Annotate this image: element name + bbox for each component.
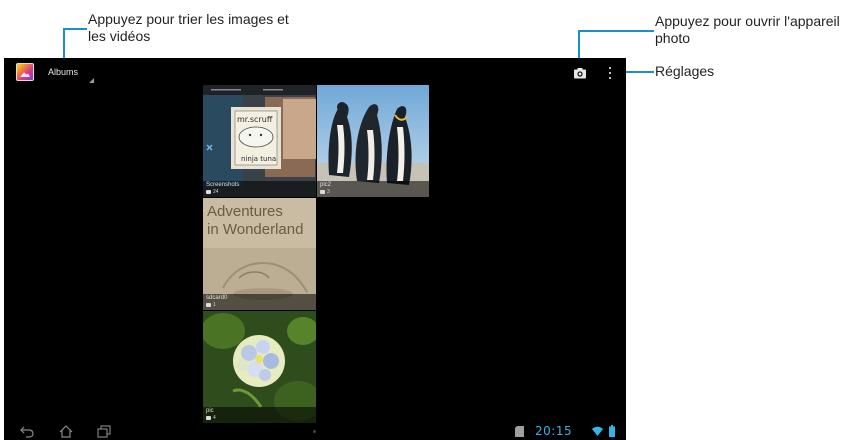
album-count: 4	[213, 415, 216, 421]
svg-text:ninja tuna: ninja tuna	[241, 155, 276, 163]
action-bar: Albums	[4, 58, 626, 86]
folder-icon	[206, 416, 211, 420]
album-name: pic	[206, 408, 214, 414]
clock: 20:15	[535, 424, 573, 438]
gallery-screen: Albums mr.scruff ninja tuna Screenshots …	[4, 58, 626, 440]
album-tile-sdcard0[interactable]: Adventures in Wonderland sdcard0 1	[203, 198, 316, 310]
battery-icon	[609, 425, 615, 437]
recent-apps-icon[interactable]	[97, 425, 111, 438]
album-name: pic2	[320, 182, 332, 188]
leader-line-camera-h	[578, 30, 654, 32]
camera-icon[interactable]	[573, 66, 587, 80]
svg-text:mr.scruff: mr.scruff	[237, 115, 273, 124]
callout-sort-line1: Appuyez pour trier les images et	[88, 11, 289, 27]
svg-text:in Wonderland: in Wonderland	[207, 221, 303, 238]
system-bar: 20:15	[4, 422, 626, 440]
album-caption: sdcard0 1	[203, 294, 316, 310]
album-count-row: 3	[320, 189, 330, 195]
gallery-icon[interactable]	[16, 63, 34, 81]
overflow-menu-icon[interactable]	[608, 66, 612, 80]
page-indicator	[313, 430, 316, 433]
svg-text:Adventures: Adventures	[207, 203, 283, 220]
sd-card-icon	[515, 426, 524, 437]
album-count-row: 4	[206, 415, 216, 421]
leader-line-sort-h	[63, 28, 87, 30]
callout-camera: Appuyez pour ouvrir l'appareil photo	[655, 13, 867, 47]
album-caption: pic 4	[203, 407, 316, 423]
album-tile-pic[interactable]: pic 4	[203, 311, 316, 423]
callout-sort-albums: Appuyez pour trier les images et les vid…	[88, 11, 338, 45]
folder-icon	[206, 303, 211, 307]
album-caption: pic2 3	[317, 181, 429, 197]
callout-sort-line2: les vidéos	[88, 28, 151, 44]
album-name: Screenshots	[206, 182, 240, 188]
album-count: 24	[213, 189, 219, 195]
album-name: sdcard0	[206, 295, 228, 301]
spinner-indicator-icon	[89, 78, 94, 83]
home-icon[interactable]	[59, 425, 73, 438]
albums-view-spinner[interactable]: Albums	[48, 67, 78, 77]
album-count: 1	[213, 302, 216, 308]
folder-icon	[320, 190, 325, 194]
wifi-icon	[592, 426, 603, 436]
album-caption: Screenshots 24	[203, 181, 316, 197]
callout-camera-line2: photo	[655, 30, 691, 46]
folder-icon	[206, 190, 211, 194]
album-count-row: 24	[206, 189, 219, 195]
callout-camera-line1: Appuyez pour ouvrir l'appareil	[655, 13, 840, 29]
back-icon[interactable]	[20, 425, 34, 438]
album-tile-screenshots[interactable]: mr.scruff ninja tuna Screenshots 24	[203, 85, 316, 197]
album-count: 3	[327, 189, 330, 195]
album-count-row: 1	[206, 302, 216, 308]
album-tile-pic2[interactable]: pic2 3	[317, 85, 429, 197]
callout-settings: Réglages	[655, 63, 715, 79]
